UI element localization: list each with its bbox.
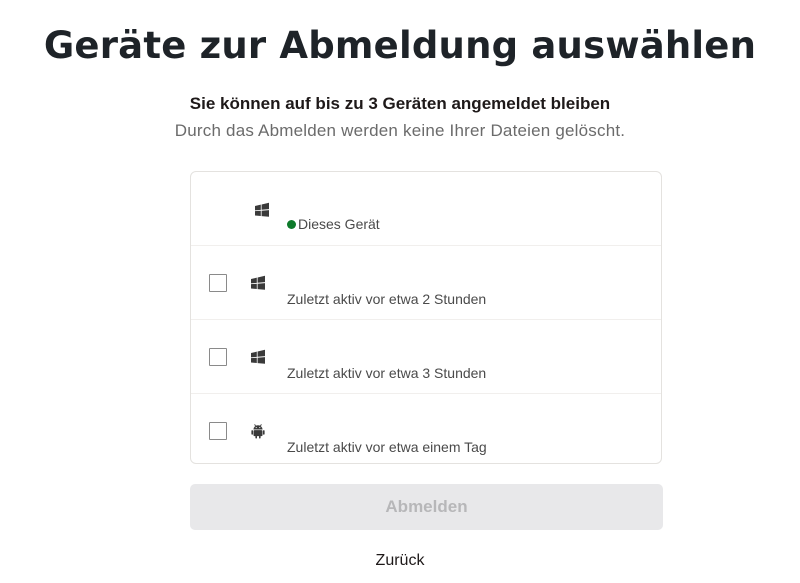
windows-icon xyxy=(249,348,267,366)
device-row-current: Dieses Gerät xyxy=(191,172,661,246)
device-status-text: Zuletzt aktiv vor etwa 3 Stunden xyxy=(287,365,487,381)
page-description: Durch das Abmelden werden keine Ihrer Da… xyxy=(174,121,626,140)
back-link[interactable]: Zurück xyxy=(0,552,800,570)
page-subtitle: Sie können auf bis zu 3 Geräten angemeld… xyxy=(189,94,611,113)
device-select-checkbox[interactable] xyxy=(209,422,227,440)
device-row[interactable]: Zuletzt aktiv vor etwa 2 Stunden xyxy=(191,246,661,320)
page-title: Geräte zur Abmeldung auswählen xyxy=(43,24,757,67)
device-status: Dieses Gerät xyxy=(287,216,380,232)
device-select-checkbox[interactable] xyxy=(209,274,227,292)
active-status-dot xyxy=(287,220,296,229)
windows-icon xyxy=(253,201,271,219)
device-select-checkbox[interactable] xyxy=(209,348,227,366)
device-signout-page: Geräte zur Abmeldung auswählen Sie könne… xyxy=(0,0,800,583)
windows-icon xyxy=(249,274,267,292)
device-row[interactable]: Zuletzt aktiv vor etwa einem Tag xyxy=(191,394,661,467)
signout-button[interactable]: Abmelden xyxy=(190,484,663,530)
device-list: Dieses Gerät Zuletzt aktiv vor etwa 2 St… xyxy=(190,171,662,464)
device-status-text: Zuletzt aktiv vor etwa 2 Stunden xyxy=(287,291,487,307)
device-row[interactable]: Zuletzt aktiv vor etwa 3 Stunden xyxy=(191,320,661,394)
android-icon xyxy=(249,422,267,440)
device-status-text: Zuletzt aktiv vor etwa einem Tag xyxy=(287,439,487,455)
device-status-text: Dieses Gerät xyxy=(298,216,380,232)
